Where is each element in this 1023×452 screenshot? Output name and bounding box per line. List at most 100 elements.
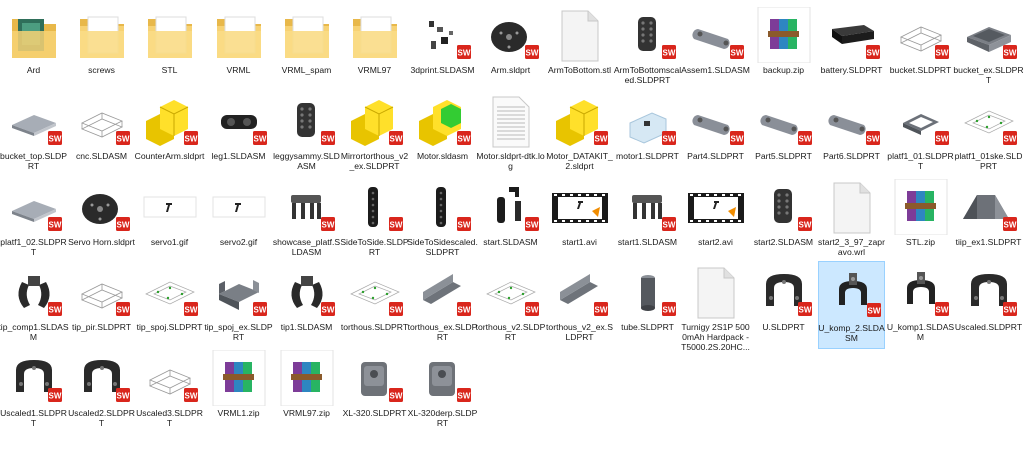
winrar-archive-icon <box>275 350 339 406</box>
file-item[interactable]: SW Mirrortorthous_v2_ex.SLDPRT <box>341 90 408 178</box>
file-name-label: VRML97.zip <box>283 408 330 418</box>
file-item[interactable]: Ard <box>0 4 67 92</box>
solidworks-part-icon: SW <box>70 264 134 320</box>
file-item[interactable]: SW start2.SLDASM <box>750 176 817 264</box>
file-item[interactable]: SW leg1.SLDASM <box>205 90 272 178</box>
blank-document-icon <box>684 264 748 320</box>
file-name-label: platf1_01.SLDPRT <box>887 151 954 171</box>
svg-text:SW: SW <box>390 306 403 315</box>
file-name-label: Uscaled1.SLDPRT <box>0 408 67 428</box>
file-name-label: Part4.SLDPRT <box>687 151 744 161</box>
file-item[interactable]: SW bucket_ex.SLDPRT <box>953 4 1023 92</box>
file-name-label: Motor.sldasm <box>416 151 469 161</box>
file-name-label: tube.SLDPRT <box>621 322 674 332</box>
file-item[interactable]: SW SideToSide.SLDPRT <box>340 176 409 264</box>
file-item[interactable]: backup.zip <box>750 4 817 92</box>
file-item[interactable]: start2_3_97_zapravo.wrl <box>818 176 885 264</box>
file-item[interactable]: SW U_komp_2.SLDASM <box>818 261 885 349</box>
file-name-label: start1.avi <box>562 237 597 247</box>
file-item[interactable]: servo2.gif <box>205 176 272 264</box>
file-item[interactable]: SW Uscaled.SLDPRT <box>955 261 1022 349</box>
file-item[interactable]: SW ArmToBottomscaled.SLDPRT <box>614 4 681 92</box>
file-item[interactable]: SW 3dprint.SLDASM <box>409 4 476 92</box>
file-item[interactable]: SW motor1.SLDPRT <box>614 90 681 178</box>
file-item[interactable]: SW platf1_01ske.SLDPRT <box>955 90 1022 178</box>
file-item[interactable]: SW bucket_top.SLDPRT <box>0 90 67 178</box>
file-name-label: bucket.SLDPRT <box>889 65 952 75</box>
solidworks-part-icon: SW <box>2 93 66 149</box>
file-item[interactable]: STL <box>136 4 203 92</box>
svg-text:SW: SW <box>1004 135 1017 144</box>
text-document-icon <box>479 93 543 149</box>
file-name-label: cnc.SLDASM <box>75 151 128 161</box>
file-item[interactable]: SW leggysammy.SLDASM <box>273 90 340 178</box>
file-item[interactable]: Motor.sldprt-dtk.log <box>476 90 545 178</box>
file-item[interactable]: SW torthous_v2.SLDPRT <box>476 261 545 349</box>
file-name-label: screws <box>88 65 115 75</box>
file-name-label: U_komp1.SLDASM <box>886 322 955 342</box>
svg-text:SW: SW <box>185 306 198 315</box>
file-item[interactable]: SW platf1_02.SLDPRT <box>0 176 67 264</box>
file-item[interactable]: SW U_komp1.SLDASM <box>887 261 954 349</box>
file-item[interactable]: SW Servo Horn.sldprt <box>68 176 135 264</box>
file-item[interactable]: SW Uscaled2.SLDPRT <box>68 347 135 435</box>
file-item[interactable]: SW Part6.SLDPRT <box>818 90 885 178</box>
file-item[interactable]: SW XL-320derp.SLDPRT <box>408 347 477 435</box>
file-item[interactable]: VRML_spam <box>273 4 340 92</box>
file-item[interactable]: SW start1.SLDASM <box>614 176 681 264</box>
file-item[interactable]: SW tip_spoj_ex.SLDPRT <box>204 261 273 349</box>
svg-text:SW: SW <box>458 49 471 58</box>
video-file-icon <box>548 179 612 235</box>
file-item[interactable]: SW torthous.SLDPRT <box>341 261 408 349</box>
file-item[interactable]: SW Part5.SLDPRT <box>750 90 817 178</box>
solidworks-assembly-icon: SW <box>275 264 339 320</box>
svg-text:SW: SW <box>117 135 130 144</box>
file-name-label: SideToSidescaled.SLDPRT <box>407 237 478 257</box>
file-item[interactable]: SW tube.SLDPRT <box>614 261 681 349</box>
file-item[interactable]: start2.avi <box>682 176 749 264</box>
file-item[interactable]: SW tiip_ex1.SLDPRT <box>955 176 1022 264</box>
file-item[interactable]: SW Arm.sldprt <box>477 4 544 92</box>
file-item[interactable]: ArmToBottom.stl <box>546 4 613 92</box>
file-item[interactable]: SW Uscaled3.SLDPRT <box>136 347 203 435</box>
file-item[interactable]: servo1.gif <box>136 176 203 264</box>
file-item[interactable]: screws <box>68 4 135 92</box>
file-item[interactable]: SW Motor.sldasm <box>409 90 476 178</box>
file-item[interactable]: SW Assem1.SLDASM <box>681 4 750 92</box>
solidworks-part-icon: SW <box>138 350 202 406</box>
file-item[interactable]: SW tip1.SLDASM <box>273 261 340 349</box>
file-item[interactable]: STL.zip <box>887 176 954 264</box>
file-item[interactable]: VRML97 <box>341 4 408 92</box>
file-item[interactable]: VRML97.zip <box>273 347 340 435</box>
file-item[interactable]: SW CounterArm.sldprt <box>135 90 204 178</box>
solidworks-part-icon: SW <box>343 93 407 149</box>
file-item[interactable]: SW U.SLDPRT <box>750 261 817 349</box>
file-name-label: VRML97 <box>357 65 392 75</box>
file-item[interactable]: SW showcase_platf.SLDASM <box>273 176 340 264</box>
file-item[interactable]: SW Motor_DATAKIT_2.sldprt <box>546 90 613 178</box>
file-item[interactable]: SW torthous_v2_ex.SLDPRT <box>546 261 613 349</box>
file-item[interactable]: SW platf1_01.SLDPRT <box>887 90 954 178</box>
file-name-label: leg1.SLDASM <box>211 151 266 161</box>
file-item[interactable]: SW tip_comp1.SLDASM <box>0 261 69 349</box>
file-item[interactable]: SW cnc.SLDASM <box>68 90 135 178</box>
file-item[interactable]: SW tip_spoj.SLDPRT <box>136 261 203 349</box>
file-item[interactable]: SW SideToSidescaled.SLDPRT <box>407 176 478 264</box>
file-item[interactable]: SW Part4.SLDPRT <box>682 90 749 178</box>
file-item[interactable]: SW bucket.SLDPRT <box>887 4 954 92</box>
file-item[interactable]: SW Uscaled1.SLDPRT <box>0 347 67 435</box>
file-name-label: Ard <box>26 65 41 75</box>
file-item[interactable]: VRML1.zip <box>205 347 272 435</box>
file-item[interactable]: SW start.SLDASM <box>477 176 544 264</box>
file-item[interactable]: SW tip_pir.SLDPRT <box>68 261 135 349</box>
solidworks-part-icon: SW <box>957 93 1021 149</box>
file-item[interactable]: Turnigy 2S1P 5000mAh Hardpack - T5000.2S… <box>681 261 750 352</box>
svg-text:SW: SW <box>731 135 744 144</box>
file-item[interactable]: start1.avi <box>546 176 613 264</box>
svg-text:SW: SW <box>526 306 539 315</box>
file-item[interactable]: SW torthous_ex.SLDPRT <box>408 261 477 349</box>
file-item[interactable]: SW XL-320.SLDPRT <box>341 347 408 435</box>
file-item[interactable]: VRML <box>205 4 272 92</box>
svg-text:SW: SW <box>936 306 949 315</box>
file-item[interactable]: SW battery.SLDPRT <box>818 4 885 92</box>
